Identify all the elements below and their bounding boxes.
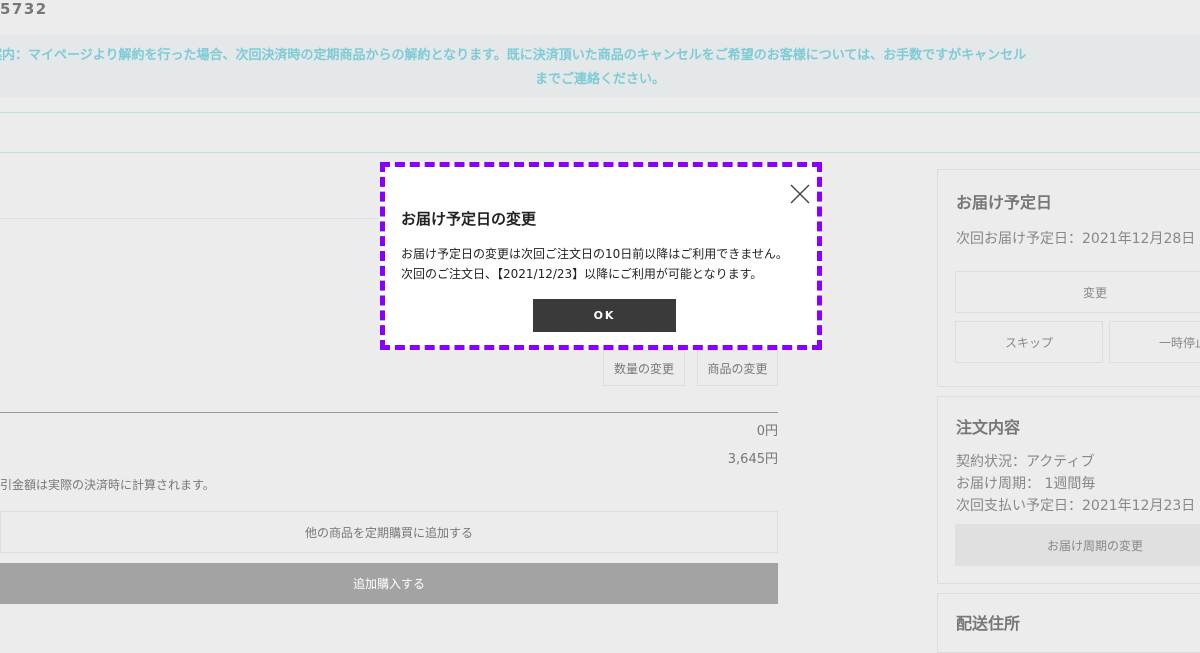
quantity-change-button[interactable]: 数量の変更	[603, 350, 685, 386]
order-id: 5732	[0, 0, 48, 18]
add-purchase-button[interactable]: 追加購入する	[0, 563, 778, 604]
modal-body-line: 次回のご注文日、【2021/12/23】以降にご利用が可能となります。	[401, 267, 763, 281]
divider	[0, 218, 378, 219]
divider	[0, 112, 1200, 113]
shipping-address-panel: 配送住所	[937, 593, 1200, 653]
change-cycle-button[interactable]: お届け周期の変更	[955, 524, 1200, 566]
panel-title: お届け予定日	[956, 193, 1053, 212]
close-icon[interactable]	[789, 183, 811, 205]
notice-banner: ご案内：マイページより解約を行った場合、次回決済時の定期商品からの解約となります…	[0, 35, 1200, 97]
divider	[0, 152, 1200, 153]
delivery-cycle: お届け周期： 1週間毎	[956, 476, 1096, 492]
discount-note: 引金額は実際の決済時に計算されます。	[0, 478, 215, 492]
delivery-date-panel: お届け予定日 次回お届け予定日：2021年12月28日 変更 スキップ 一時停止	[937, 169, 1200, 387]
order-details-panel: 注文内容 契約状況：アクティブ お届け周期： 1週間毎 次回支払い予定日：202…	[937, 396, 1200, 584]
price-value: 0円	[756, 424, 778, 439]
contract-status: 契約状況：アクティブ	[956, 454, 1095, 470]
price-value: 3,645円	[727, 452, 778, 467]
divider	[0, 412, 778, 413]
panel-title: 注文内容	[956, 418, 1021, 437]
next-delivery-date: 次回お届け予定日：2021年12月28日	[956, 231, 1196, 247]
pause-button[interactable]: 一時停止	[1109, 321, 1200, 363]
modal-body-line: お届け予定日の変更は次回ご注文日の10日前以降はご利用できません。	[401, 247, 788, 261]
next-payment-date: 次回支払い予定日：2021年12月23日	[956, 498, 1196, 514]
modal-body: お届け予定日の変更は次回ご注文日の10日前以降はご利用できません。 次回のご注文…	[401, 244, 788, 284]
notice-line-2: までご連絡ください。	[534, 72, 665, 87]
product-change-button[interactable]: 商品の変更	[697, 350, 778, 386]
ok-button[interactable]: OK	[533, 299, 676, 332]
notice-line-1: ご案内：マイページより解約を行った場合、次回決済時の定期商品からの解約となります…	[0, 48, 1027, 63]
modal-title: お届け予定日の変更	[401, 210, 537, 228]
skip-button[interactable]: スキップ	[955, 321, 1103, 363]
change-delivery-button[interactable]: 変更	[955, 271, 1200, 313]
panel-title: 配送住所	[956, 614, 1021, 633]
add-product-button[interactable]: 他の商品を定期購買に追加する	[0, 511, 778, 553]
